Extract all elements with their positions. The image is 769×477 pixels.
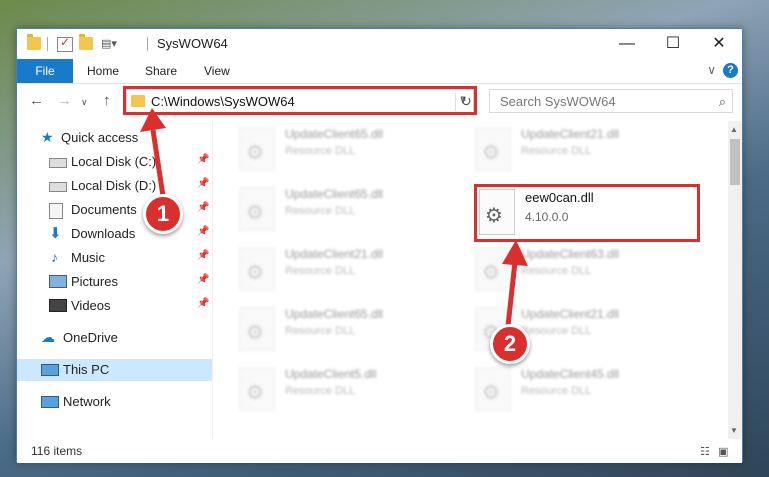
arrow-line-1 <box>150 129 166 197</box>
arrow-line-2 <box>505 261 518 327</box>
arrow-head-1 <box>140 108 166 132</box>
arrow-head-2 <box>502 240 528 266</box>
annotation-arrows <box>140 108 528 327</box>
step-1-badge: 1 <box>143 194 183 234</box>
step-2-badge: 2 <box>490 324 530 364</box>
